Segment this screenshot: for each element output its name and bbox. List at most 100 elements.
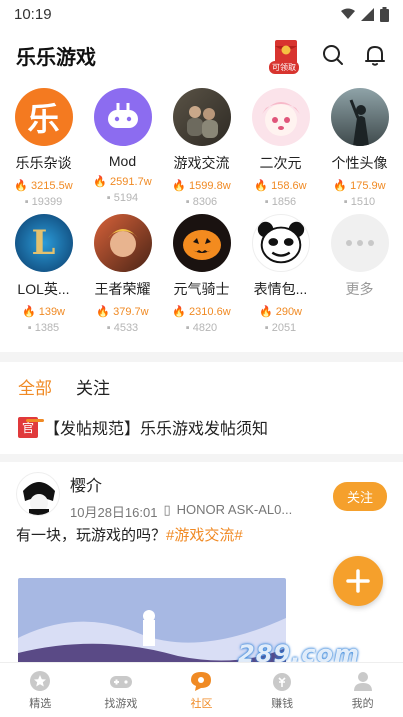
section-divider	[0, 454, 403, 462]
chat-bubble-icon	[191, 671, 212, 691]
comment-stat: ▪ 8306	[185, 196, 218, 208]
category-game-chat[interactable]: 游戏交流 🔥 1599.8w ▪ 8306	[162, 88, 241, 208]
hero-photo	[93, 214, 152, 272]
comment-stat: ▪ 1856	[264, 196, 297, 208]
post-device: HONOR ASK-AL0...	[176, 502, 293, 517]
status-time: 10:19	[14, 5, 52, 23]
heat-stat: 🔥 379.7w	[96, 305, 149, 319]
category-memes[interactable]: 表情包... 🔥 290w ▪ 2051	[241, 214, 320, 334]
category-name: 二次元	[259, 155, 302, 171]
gift-badge: 可领取	[269, 61, 299, 74]
heat-stat: 🔥 2591.7w	[93, 175, 152, 189]
star-badge-icon	[30, 670, 51, 691]
user-icon	[353, 671, 372, 691]
flame-icon: 🔥	[93, 176, 108, 188]
comment-icon: ▪	[264, 322, 269, 334]
comment-icon: ▪	[264, 196, 269, 208]
red-envelope-button[interactable]: 可领取	[269, 38, 303, 74]
flame-icon: 🔥	[259, 306, 273, 318]
comment-icon: ▪	[185, 322, 190, 334]
flame-icon: 🔥	[96, 306, 111, 318]
category-leletan[interactable]: 乐 乐乐杂谈 🔥 3215.5w ▪ 19399	[4, 88, 83, 208]
status-bar: 10:19	[0, 0, 403, 28]
category-name: 王者荣耀	[94, 281, 151, 297]
comment-stat: ▪ 1510	[343, 196, 376, 208]
plus-icon	[346, 569, 370, 593]
post-body: 有一块，玩游戏的吗？	[16, 527, 167, 544]
flame-icon: 🔥	[254, 180, 269, 192]
post-hashtag[interactable]: #游戏交流#	[166, 527, 243, 544]
comment-stat: ▪ 2051	[264, 322, 297, 334]
category-name: 元气骑士	[173, 281, 230, 297]
notice-title: 【发帖规范】乐乐游戏发帖须知	[44, 421, 269, 438]
flame-icon: 🔥	[333, 180, 348, 192]
comment-stat: ▪ 4820	[185, 322, 218, 334]
official-notice[interactable]: 官 【发帖规范】乐乐游戏发帖须知	[0, 410, 403, 444]
app-header: 乐乐游戏 可领取	[0, 28, 403, 82]
heat-stat: 🔥 139w	[22, 305, 65, 319]
post-header: 樱介 10月28日16:01 ▯ HONOR ASK-AL0... 关注	[0, 462, 403, 520]
heat-stat: 🔥 3215.5w	[14, 179, 73, 193]
category-name: 乐乐杂谈	[15, 155, 72, 171]
phone-icon: ▯	[163, 502, 171, 517]
category-anime[interactable]: 二次元 🔥 158.6w ▪ 1856	[241, 88, 320, 208]
comment-icon: ▪	[27, 322, 32, 334]
comment-icon: ▪	[106, 322, 111, 334]
comment-icon: ▪	[185, 196, 190, 208]
battery-icon	[380, 6, 389, 22]
create-post-button[interactable]	[333, 556, 383, 606]
app-title: 乐乐游戏	[16, 46, 96, 69]
heat-stat: 🔥 175.9w	[333, 179, 386, 193]
friends-photo	[172, 88, 231, 146]
comment-icon: ▪	[106, 192, 111, 204]
status-icons	[341, 6, 389, 22]
heat-stat: 🔥 158.6w	[254, 179, 307, 193]
category-name: LOL英...	[17, 281, 70, 297]
nav-featured[interactable]: 精选	[0, 663, 81, 717]
silhouette-photo	[330, 88, 389, 146]
post-time: 10月28日16:01	[70, 505, 158, 520]
nav-find-games[interactable]: 找游戏	[81, 663, 162, 717]
comment-stat: ▪ 4533	[106, 322, 139, 334]
nav-earn[interactable]: 赚钱	[242, 663, 323, 717]
category-honor-of-kings[interactable]: 王者荣耀 🔥 379.7w ▪ 4533	[83, 214, 162, 334]
flame-icon: 🔥	[172, 180, 187, 192]
nav-community[interactable]: 社区	[161, 663, 242, 717]
nav-profile[interactable]: 我的	[322, 663, 403, 717]
wifi-icon	[341, 8, 355, 19]
panda-meme-photo	[251, 214, 310, 272]
category-name: Mod	[108, 153, 137, 169]
flame-icon: 🔥	[172, 306, 187, 318]
coin-bag-icon	[273, 672, 292, 691]
le-logo-icon: 乐	[14, 88, 73, 146]
bell-icon[interactable]	[363, 43, 387, 67]
category-name: 表情包...	[253, 281, 308, 297]
comment-stat: ▪ 1385	[27, 322, 60, 334]
category-lol[interactable]: L LOL英... 🔥 139w ▪ 1385	[4, 214, 83, 334]
category-name: 个性头像	[331, 155, 388, 171]
heat-stat: 🔥 290w	[259, 305, 302, 319]
comment-stat: ▪ 19399	[24, 196, 63, 208]
category-mod[interactable]: Mod 🔥 2591.7w ▪ 5194	[83, 88, 162, 208]
category-avatar[interactable]: 个性头像 🔥 175.9w ▪ 1510	[320, 88, 399, 208]
category-soul-knight[interactable]: 元气骑士 🔥 2310.6w ▪ 4820	[162, 214, 241, 334]
tab-following[interactable]: 关注	[76, 374, 110, 410]
lol-logo-icon: L	[14, 214, 73, 272]
comment-stat: ▪ 5194	[106, 192, 139, 204]
tab-all[interactable]: 全部	[18, 374, 52, 422]
category-more[interactable]: 更多	[320, 214, 399, 334]
flame-icon: 🔥	[14, 180, 29, 192]
category-name: 游戏交流	[173, 155, 230, 171]
gamepad-nav-icon	[109, 675, 132, 688]
flame-icon: 🔥	[22, 306, 36, 318]
anime-girl-photo	[251, 88, 310, 146]
heat-stat: 🔥 2310.6w	[172, 305, 231, 319]
follow-button[interactable]: 关注	[332, 482, 387, 511]
feed-tabs: 全部 关注	[0, 362, 403, 422]
search-icon[interactable]	[321, 43, 345, 67]
comment-icon: ▪	[24, 196, 29, 208]
heat-stat: 🔥 1599.8w	[172, 179, 231, 193]
avatar[interactable]	[16, 472, 60, 516]
gamepad-icon	[93, 88, 152, 146]
pumpkin-photo	[172, 214, 231, 272]
